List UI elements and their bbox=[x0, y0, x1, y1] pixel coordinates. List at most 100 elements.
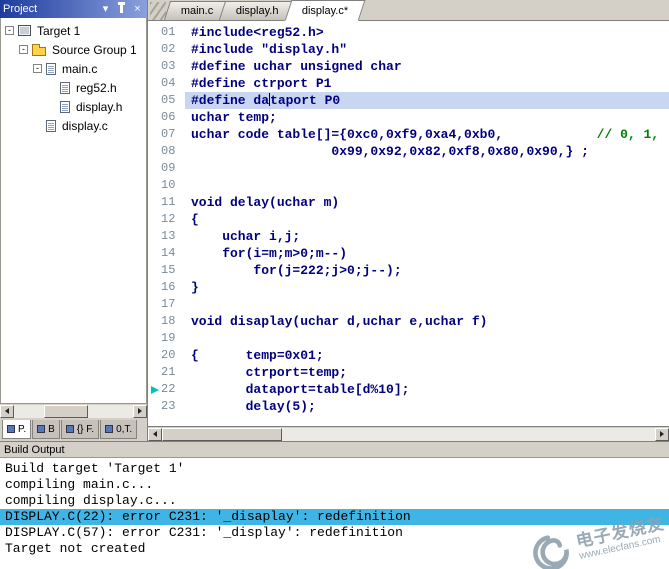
line-number: 12 bbox=[161, 212, 176, 226]
code-line[interactable]: 09 bbox=[148, 160, 669, 177]
pin-icon[interactable] bbox=[115, 2, 128, 16]
project-panel-title: Project bbox=[3, 3, 38, 15]
code-line[interactable]: 23 delay(5); bbox=[148, 398, 669, 415]
code-line[interactable]: 02 #include "display.h" bbox=[148, 41, 669, 58]
code-text[interactable]: uchar temp; bbox=[185, 109, 669, 126]
code-editor[interactable]: 01 #include<reg52.h> 02 #include "display.h… bbox=[148, 21, 669, 426]
close-icon[interactable]: × bbox=[131, 3, 144, 16]
tree-item-target-1[interactable]: - Target 1 bbox=[1, 21, 146, 40]
chevron-down-icon[interactable]: ▾ bbox=[99, 3, 112, 16]
line-number: 13 bbox=[161, 229, 176, 243]
collapse-icon[interactable]: - bbox=[19, 45, 28, 54]
build-output-line[interactable]: DISPLAY.C(57): error C231: '_display': r… bbox=[5, 525, 664, 541]
code-segment: ctrport=temp; bbox=[191, 365, 348, 380]
code-line[interactable]: 08 0x99,0x92,0x82,0xf8,0x80,0x90,} ; bbox=[148, 143, 669, 160]
code-line[interactable]: 15 for(j=222;j>0;j--); bbox=[148, 262, 669, 279]
books-tab-icon bbox=[37, 425, 46, 433]
line-number: 19 bbox=[161, 331, 176, 345]
project-hscrollbar[interactable] bbox=[0, 404, 147, 418]
code-text[interactable]: #include<reg52.h> bbox=[185, 24, 669, 41]
code-line[interactable]: 16} bbox=[148, 279, 669, 296]
scroll-right-button[interactable] bbox=[133, 404, 147, 418]
code-text[interactable] bbox=[185, 160, 669, 177]
line-number: 02 bbox=[161, 42, 176, 56]
code-text[interactable]: uchar i,j; bbox=[185, 228, 669, 245]
code-line[interactable]: 06 uchar temp; bbox=[148, 109, 669, 126]
code-text[interactable]: for(i=m;m>0;m--) bbox=[185, 245, 669, 262]
build-output-line[interactable]: Target not created bbox=[5, 541, 664, 557]
functions-tab[interactable]: {} F. bbox=[60, 420, 100, 439]
code-line[interactable]: 10 bbox=[148, 177, 669, 194]
scroll-left-button[interactable] bbox=[148, 427, 162, 441]
code-line[interactable]: 17 bbox=[148, 296, 669, 313]
build-output-title: Build Output bbox=[0, 441, 669, 458]
code-text[interactable]: ctrport=temp; bbox=[185, 364, 669, 381]
code-text[interactable]: for(j=222;j>0;j--); bbox=[185, 262, 669, 279]
code-segment: { bbox=[191, 212, 199, 227]
code-text[interactable]: { bbox=[185, 211, 669, 228]
code-line[interactable]: 12 { bbox=[148, 211, 669, 228]
tab-label: display.h bbox=[236, 5, 279, 17]
scroll-thumb[interactable] bbox=[44, 404, 88, 418]
code-line[interactable]: 14 for(i=m;m>0;m--) bbox=[148, 245, 669, 262]
books-tab[interactable]: B bbox=[32, 420, 60, 439]
line-number: 11 bbox=[161, 195, 176, 209]
collapse-icon[interactable]: - bbox=[5, 26, 14, 35]
scroll-track[interactable] bbox=[162, 427, 655, 441]
code-text[interactable] bbox=[185, 296, 669, 313]
code-text[interactable]: #define uchar unsigned char bbox=[185, 58, 669, 75]
code-text[interactable]: uchar code table[]={0xc0,0xf9,0xa4,0xb0,… bbox=[185, 126, 669, 143]
scroll-right-button[interactable] bbox=[655, 427, 669, 441]
code-text[interactable]: #define ctrport P1 bbox=[185, 75, 669, 92]
code-text[interactable]: dataport=table[d%10]; bbox=[185, 381, 669, 398]
scroll-thumb[interactable] bbox=[162, 427, 282, 441]
code-text[interactable]: delay(5); bbox=[185, 398, 669, 415]
tree-item-display-c[interactable]: display.c bbox=[1, 116, 146, 135]
tree-item-main-c[interactable]: - main.c bbox=[1, 59, 146, 78]
build-output-line[interactable]: compiling main.c... bbox=[5, 477, 664, 493]
code-text[interactable]: void delay(uchar m) bbox=[185, 194, 669, 211]
code-line[interactable]: 22 dataport=table[d%10]; bbox=[148, 381, 669, 398]
build-output-log[interactable]: Build target 'Target 1' compiling main.c.… bbox=[0, 458, 669, 569]
tab-display-c[interactable]: display.c* bbox=[284, 0, 366, 21]
code-line[interactable]: 04 #define ctrport P1 bbox=[148, 75, 669, 92]
code-text[interactable]: { temp=0x01; bbox=[185, 347, 669, 364]
line-gutter: 23 bbox=[148, 398, 185, 415]
line-gutter: 17 bbox=[148, 296, 185, 313]
code-line[interactable]: 01 #include<reg52.h> bbox=[148, 24, 669, 41]
templates-tab[interactable]: 0,T. bbox=[100, 420, 138, 439]
code-line[interactable]: 20 { temp=0x01; bbox=[148, 347, 669, 364]
code-text[interactable]: void disaplay(uchar d,uchar e,uchar f) bbox=[185, 313, 669, 330]
tree-item-reg52-h[interactable]: reg52.h bbox=[1, 78, 146, 97]
code-line[interactable]: 18 void disaplay(uchar d,uchar e,uchar f) bbox=[148, 313, 669, 330]
code-line[interactable]: 21 ctrport=temp; bbox=[148, 364, 669, 381]
tree-item-display-h[interactable]: display.h bbox=[1, 97, 146, 116]
project-tab-icon bbox=[7, 425, 15, 433]
line-number: 18 bbox=[161, 314, 176, 328]
scroll-track[interactable] bbox=[14, 404, 133, 418]
tree-item-label: Source Group 1 bbox=[52, 42, 137, 57]
code-text[interactable]: #include "display.h" bbox=[185, 41, 669, 58]
editor-hscrollbar[interactable] bbox=[148, 426, 669, 441]
code-line[interactable]: 05 #define dataport P0 bbox=[148, 92, 669, 109]
code-text[interactable]: #define dataport P0 bbox=[185, 92, 669, 109]
code-line[interactable]: 11 void delay(uchar m) bbox=[148, 194, 669, 211]
code-text[interactable]: 0x99,0x92,0x82,0xf8,0x80,0x90,} ; bbox=[185, 143, 669, 160]
line-gutter: 11 bbox=[148, 194, 185, 211]
scroll-left-button[interactable] bbox=[0, 404, 14, 418]
project-tab[interactable]: P. bbox=[2, 420, 32, 439]
code-text[interactable]: } bbox=[185, 279, 669, 296]
code-line[interactable]: 13 uchar i,j; bbox=[148, 228, 669, 245]
code-text[interactable] bbox=[185, 330, 669, 347]
tree-item-source-group-1[interactable]: - Source Group 1 bbox=[1, 40, 146, 59]
code-line[interactable]: 03 #define uchar unsigned char bbox=[148, 58, 669, 75]
code-segment: #include<reg52.h> bbox=[191, 25, 324, 40]
build-output-line[interactable]: compiling display.c... bbox=[5, 493, 664, 509]
code-line[interactable]: 19 bbox=[148, 330, 669, 347]
collapse-icon[interactable]: - bbox=[33, 64, 42, 73]
build-output-line[interactable]: DISPLAY.C(22): error C231: '_disaplay': … bbox=[0, 509, 669, 525]
code-text[interactable] bbox=[185, 177, 669, 194]
code-line[interactable]: 07 uchar code table[]={0xc0,0xf9,0xa4,0xb… bbox=[148, 126, 669, 143]
file-c-icon bbox=[46, 62, 56, 75]
build-output-line[interactable]: Build target 'Target 1' bbox=[5, 461, 664, 477]
